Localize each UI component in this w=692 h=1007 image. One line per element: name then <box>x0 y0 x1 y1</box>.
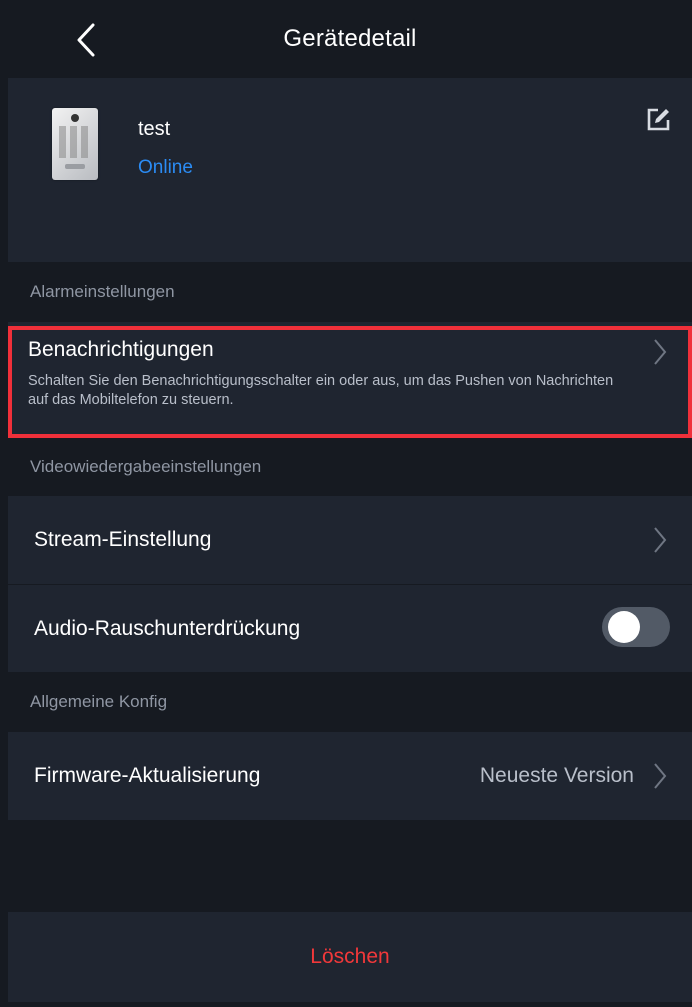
section-header-alarm: Alarmeinstellungen <box>8 262 692 322</box>
section-header-general: Allgemeine Konfig <box>8 672 692 732</box>
chevron-left-icon <box>77 23 95 57</box>
notifications-row[interactable]: Benachrichtigungen Schalten Sie den Bena… <box>8 322 692 440</box>
back-button[interactable] <box>66 20 106 60</box>
firmware-update-row[interactable]: Firmware-Aktualisierung Neueste Version <box>8 732 692 820</box>
device-image <box>52 108 98 180</box>
noise-reduction-label: Audio-Rauschunterdrückung <box>34 617 301 640</box>
device-card: test Online <box>8 78 692 262</box>
toggle-knob <box>608 611 640 643</box>
page-title: Gerätedetail <box>283 25 417 52</box>
firmware-version-value: Neueste Version <box>479 764 634 787</box>
chevron-right-icon <box>654 763 667 789</box>
noise-reduction-row: Audio-Rauschunterdrückung <box>8 585 692 672</box>
device-name: test <box>138 118 171 140</box>
chevron-right-icon <box>654 339 667 365</box>
device-detail-screen: Gerätedetail test Online Alarmeinstellun… <box>0 0 692 1007</box>
delete-button[interactable]: Löschen <box>8 912 692 1002</box>
header-bar: Gerätedetail <box>8 0 692 78</box>
notifications-description: Schalten Sie den Benachrichtigungsschalt… <box>28 373 614 408</box>
edit-button[interactable] <box>644 106 672 134</box>
firmware-update-label: Firmware-Aktualisierung <box>34 764 261 787</box>
stream-settings-row[interactable]: Stream-Einstellung <box>8 496 692 584</box>
device-status: Online <box>138 157 193 178</box>
edit-icon <box>647 108 670 131</box>
noise-reduction-toggle[interactable] <box>602 607 670 647</box>
notifications-label: Benachrichtigungen <box>28 338 214 361</box>
stream-settings-label: Stream-Einstellung <box>34 528 212 551</box>
chevron-right-icon <box>654 527 667 553</box>
delete-label: Löschen <box>310 945 390 968</box>
section-header-video: Videowiedergabeeinstellungen <box>8 438 692 496</box>
